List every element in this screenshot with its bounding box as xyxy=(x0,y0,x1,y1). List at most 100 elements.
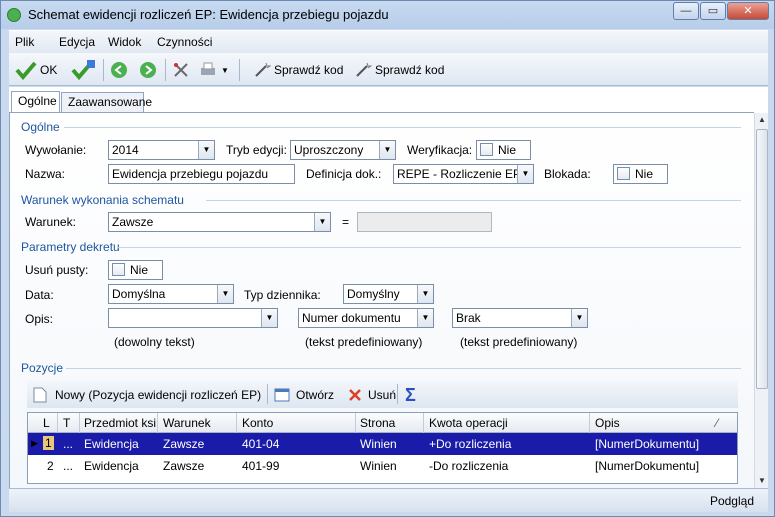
maximize-button[interactable]: ▭ xyxy=(700,2,726,20)
column-header-kwota[interactable]: Kwota operacji xyxy=(429,416,508,430)
usun-pusty-checkbox[interactable]: Nie xyxy=(108,260,163,280)
typ-dziennika-label: Typ dziennika: xyxy=(244,288,321,302)
tools-button[interactable] xyxy=(172,59,190,81)
forward-button[interactable] xyxy=(139,59,157,81)
delete-icon xyxy=(349,389,361,401)
opis-label: Opis: xyxy=(25,312,54,326)
scrollbar-thumb[interactable] xyxy=(756,129,768,389)
magic-wand-icon xyxy=(255,62,271,77)
usun-pusty-label: Usuń pusty: xyxy=(25,263,89,277)
tab-zaawansowane[interactable]: Zaawansowane xyxy=(61,92,152,112)
tools-icon xyxy=(174,63,188,77)
opis-predefined-select-2[interactable]: Brak ▼ xyxy=(452,308,588,328)
tryb-edycji-label: Tryb edycji: xyxy=(226,143,287,157)
checkbox-icon xyxy=(480,143,493,156)
title-bar: Schemat ewidencji rozliczeń EP: Ewidencj… xyxy=(1,1,774,29)
chevron-down-icon: ▼ xyxy=(417,285,433,303)
menu-widok[interactable]: Widok xyxy=(108,35,141,49)
equals-sign: = xyxy=(342,215,350,229)
wywolanie-select[interactable]: 2014 ▼ xyxy=(108,140,215,160)
nazwa-input[interactable]: Ewidencja przebiegu pojazdu xyxy=(108,164,295,184)
positions-toolbar: Nowy (Pozycja ewidencji rozliczeń EP) Ot… xyxy=(27,380,738,408)
column-chooser-icon[interactable]: ⁄ xyxy=(716,416,718,430)
chevron-down-icon: ▼ xyxy=(571,309,587,327)
section-decree-title: Parametry dekretu xyxy=(21,240,120,254)
arrow-left-icon xyxy=(111,62,127,78)
definicja-select[interactable]: REPE - Rozliczenie EP (ew ▼ xyxy=(393,164,534,184)
column-header-strona[interactable]: Strona xyxy=(360,416,395,430)
dropdown-arrow-icon[interactable]: ▼ xyxy=(221,66,229,75)
column-header-konto[interactable]: Konto xyxy=(242,416,273,430)
scroll-down-icon[interactable]: ▼ xyxy=(755,474,769,488)
column-header-przedmiot[interactable]: Przedmiot ksi xyxy=(84,416,156,430)
scroll-up-icon[interactable]: ▲ xyxy=(755,113,769,127)
menu-czynnosci[interactable]: Czynności xyxy=(157,35,212,49)
blokada-checkbox[interactable]: Nie xyxy=(613,164,668,184)
ok-save-button[interactable] xyxy=(71,59,97,81)
status-bar: Podgląd xyxy=(9,488,768,512)
new-position-button[interactable]: Nowy (Pozycja ewidencji rozliczeń EP) xyxy=(33,384,261,406)
column-header-opis[interactable]: Opis xyxy=(595,416,620,430)
column-header-warunek[interactable]: Warunek xyxy=(163,416,211,430)
open-position-button[interactable]: Otwórz xyxy=(274,384,334,406)
check-code-button-1[interactable]: Sprawdź kod xyxy=(253,59,343,81)
vertical-scrollbar[interactable]: ▲ ▼ xyxy=(754,113,768,488)
tab-ogolne[interactable]: Ogólne xyxy=(11,91,60,113)
warunek-select[interactable]: Zawsze ▼ xyxy=(108,212,331,232)
row-pointer-icon: ▶ xyxy=(31,438,38,448)
printer-icon xyxy=(201,62,215,75)
app-icon xyxy=(7,8,21,22)
menu-edycja[interactable]: Edycja xyxy=(59,35,95,49)
window-title: Schemat ewidencji rozliczeń EP: Ewidencj… xyxy=(28,7,389,22)
chevron-down-icon: ▼ xyxy=(217,285,233,303)
toolbar: OK ▼ Sprawdź kod Sprawdź kod xyxy=(9,53,768,86)
opis-predefined-select-1[interactable]: Numer dokumentu ▼ xyxy=(298,308,434,328)
preview-label[interactable]: Podgląd xyxy=(710,494,754,508)
table-row[interactable]: ▶ 1 ... Ewidencja Zawsze 401-04 Winien +… xyxy=(28,433,737,455)
section-condition-title: Warunek wykonania schematu xyxy=(21,193,184,207)
condition-value-input xyxy=(357,212,492,232)
checkmark-icon xyxy=(15,61,37,80)
magic-wand-icon xyxy=(356,62,372,77)
warunek-label: Warunek: xyxy=(25,215,76,229)
weryfikacja-label: Weryfikacja: xyxy=(407,143,473,157)
opis-free-text-select[interactable]: ▼ xyxy=(108,308,278,328)
arrow-right-icon xyxy=(140,62,156,78)
tryb-edycji-select[interactable]: Uproszczony ▼ xyxy=(290,140,396,160)
hint-predefined-2: (tekst predefiniowany) xyxy=(460,335,578,349)
weryfikacja-checkbox[interactable]: Nie xyxy=(476,140,531,160)
table-row[interactable]: 2 ... Ewidencja Zawsze 401-99 Winien -Do… xyxy=(28,455,737,477)
checkbox-icon xyxy=(617,167,630,180)
chevron-down-icon: ▼ xyxy=(417,309,433,327)
section-general-title: Ogólne xyxy=(21,120,60,134)
ok-button[interactable]: OK xyxy=(15,59,57,81)
data-select[interactable]: Domyślna ▼ xyxy=(108,284,234,304)
chevron-down-icon: ▼ xyxy=(379,141,395,159)
column-header-l[interactable]: L xyxy=(43,416,50,430)
chevron-down-icon: ▼ xyxy=(261,309,277,327)
positions-grid: L T Przedmiot ksi Warunek Konto Strona K… xyxy=(27,412,738,484)
hint-predefined-1: (tekst predefiniowany) xyxy=(305,335,423,349)
open-document-icon xyxy=(274,388,290,402)
typ-dziennika-select[interactable]: Domyślny ▼ xyxy=(343,284,434,304)
new-document-icon xyxy=(33,387,47,403)
menu-plik[interactable]: Plik xyxy=(15,35,34,49)
delete-position-button[interactable]: Usuń xyxy=(347,384,396,406)
chevron-down-icon: ▼ xyxy=(198,141,214,159)
print-button[interactable]: ▼ xyxy=(199,59,229,81)
chevron-down-icon: ▼ xyxy=(517,165,533,183)
check-code-button-2[interactable]: Sprawdź kod xyxy=(354,59,444,81)
checkmark-save-icon xyxy=(71,60,95,81)
general-panel: Ogólne Wywołanie: 2014 ▼ Tryb edycji: Upr… xyxy=(9,113,754,488)
column-header-t[interactable]: T xyxy=(63,416,70,430)
sigma-icon: Σ xyxy=(405,384,416,405)
checkbox-icon xyxy=(112,263,125,276)
nazwa-label: Nazwa: xyxy=(25,167,66,181)
wywolanie-label: Wywołanie: xyxy=(25,143,87,157)
chevron-down-icon: ▼ xyxy=(314,213,330,231)
sum-button[interactable]: Σ xyxy=(405,384,416,406)
close-button[interactable]: ✕ xyxy=(727,2,769,20)
minimize-button[interactable]: — xyxy=(673,2,699,20)
hint-free-text: (dowolny tekst) xyxy=(114,335,195,349)
back-button[interactable] xyxy=(110,59,128,81)
